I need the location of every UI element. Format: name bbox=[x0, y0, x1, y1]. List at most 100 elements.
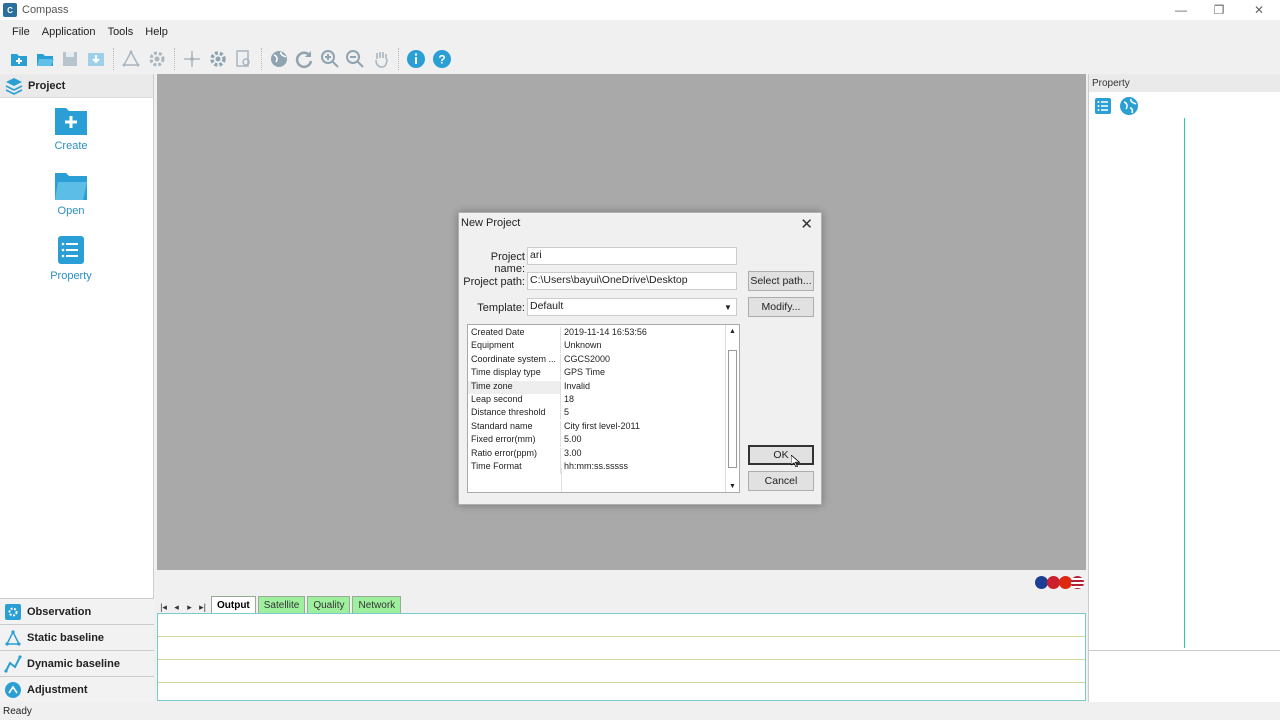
section-static-baseline[interactable]: Static baseline bbox=[0, 624, 154, 650]
property-value[interactable]: City first level-2011 bbox=[561, 421, 640, 434]
layers-icon bbox=[5, 77, 23, 95]
create-project-button[interactable]: Create bbox=[0, 104, 142, 152]
output-area[interactable] bbox=[157, 613, 1086, 701]
open-folder-icon[interactable] bbox=[34, 48, 56, 70]
menu-tools[interactable]: Tools bbox=[102, 26, 140, 38]
tab-quality[interactable]: Quality bbox=[307, 596, 351, 613]
tab-output[interactable]: Output bbox=[211, 596, 256, 613]
property-value[interactable]: Invalid bbox=[561, 381, 590, 394]
table-row[interactable]: Leap second 18 bbox=[468, 394, 726, 407]
new-project-dialog: New Project ✕ Project name: ari Project … bbox=[458, 212, 822, 505]
tab-network[interactable]: Network bbox=[352, 596, 402, 613]
property-value[interactable]: 5 bbox=[561, 407, 569, 420]
project-name-label: Project name: bbox=[490, 251, 525, 275]
table-row[interactable]: Created Date 2019-11-14 16:53:56 bbox=[468, 327, 726, 340]
table-row[interactable]: Standard name City first level-2011 bbox=[468, 420, 726, 434]
close-icon[interactable]: ✕ bbox=[1240, 0, 1278, 20]
minimize-icon[interactable]: — bbox=[1162, 0, 1200, 20]
svg-text:?: ? bbox=[438, 53, 445, 67]
import-icon[interactable] bbox=[85, 48, 107, 70]
next-page-icon[interactable]: ▸ bbox=[183, 602, 196, 613]
prev-page-icon[interactable]: ◂ bbox=[170, 602, 183, 613]
ok-button[interactable]: OK bbox=[748, 445, 814, 465]
section-adjustment[interactable]: Adjustment bbox=[0, 676, 154, 702]
settings-icon[interactable] bbox=[146, 48, 168, 70]
adjustment-label: Adjustment bbox=[27, 683, 88, 696]
property-value[interactable]: Unknown bbox=[561, 340, 602, 353]
property-value[interactable]: 2019-11-14 16:53:56 bbox=[561, 327, 647, 340]
project-path-input[interactable]: C:\Users\bayui\OneDrive\Desktop bbox=[527, 272, 737, 290]
app-logo-icon: C bbox=[3, 3, 17, 17]
property-key: Equipment bbox=[468, 340, 561, 354]
property-key: Fixed error(mm) bbox=[468, 434, 561, 448]
project-panel-title: Project bbox=[28, 79, 66, 92]
cancel-button[interactable]: Cancel bbox=[748, 471, 814, 491]
table-row[interactable]: Coordinate system ... CGCS2000 bbox=[468, 353, 726, 367]
property-value[interactable]: hh:mm:ss.sssss bbox=[561, 461, 628, 474]
table-row[interactable]: Fixed error(mm) 5.00 bbox=[468, 434, 726, 448]
project-panel-header[interactable]: Project bbox=[0, 74, 153, 98]
table-row[interactable]: Ratio error(ppm) 3.00 bbox=[468, 447, 726, 461]
zoom-in-icon[interactable] bbox=[319, 48, 341, 70]
new-project-icon[interactable] bbox=[8, 48, 30, 70]
tab-satellite[interactable]: Satellite bbox=[257, 596, 306, 613]
property-description-box bbox=[1089, 650, 1280, 702]
property-value[interactable]: CGCS2000 bbox=[561, 354, 610, 367]
table-row[interactable]: Time zone Invalid bbox=[468, 380, 726, 394]
scroll-down-icon[interactable]: ▼ bbox=[726, 480, 739, 492]
static-baseline-icon bbox=[5, 629, 21, 646]
dynamic-baseline-icon bbox=[4, 654, 22, 673]
report-icon[interactable] bbox=[232, 48, 254, 70]
create-icon bbox=[55, 108, 87, 135]
section-observation[interactable]: Observation bbox=[0, 598, 154, 624]
gear-icon[interactable] bbox=[207, 48, 229, 70]
status-bar: Ready bbox=[3, 706, 32, 717]
menu-help[interactable]: Help bbox=[139, 26, 174, 38]
pan-hand-icon[interactable] bbox=[370, 48, 392, 70]
menu-file[interactable]: File bbox=[6, 26, 36, 38]
toolbar: ? bbox=[0, 45, 1280, 73]
chevron-down-icon[interactable]: ▼ bbox=[721, 300, 735, 314]
property-value[interactable]: 18 bbox=[561, 394, 574, 407]
list-icon[interactable] bbox=[1093, 96, 1113, 116]
template-properties-grid[interactable]: Created Date 2019-11-14 16:53:56 Equipment… bbox=[467, 324, 740, 493]
modify-button[interactable]: Modify... bbox=[748, 297, 814, 317]
scroll-thumb[interactable] bbox=[728, 350, 737, 468]
zoom-out-icon[interactable] bbox=[344, 48, 366, 70]
help-icon[interactable]: ? bbox=[431, 48, 453, 70]
property-value[interactable]: 3.00 bbox=[561, 448, 582, 461]
dialog-close-icon[interactable]: ✕ bbox=[800, 215, 813, 233]
grid-scrollbar[interactable]: ▲ ▼ bbox=[725, 325, 739, 492]
last-page-icon[interactable]: ▸| bbox=[196, 602, 209, 613]
scroll-up-icon[interactable]: ▲ bbox=[726, 325, 739, 337]
dynamic-baseline-label: Dynamic baseline bbox=[27, 657, 120, 670]
refresh-icon[interactable] bbox=[293, 48, 315, 70]
flag-icon[interactable] bbox=[1071, 576, 1084, 589]
property-key: Time display type bbox=[468, 367, 561, 381]
globe-icon[interactable] bbox=[1119, 96, 1139, 116]
move-icon[interactable] bbox=[181, 48, 203, 70]
property-value[interactable]: GPS Time bbox=[561, 367, 605, 380]
project-panel: Project Create Open Property Observation… bbox=[0, 74, 154, 702]
first-page-icon[interactable]: |◂ bbox=[157, 602, 170, 613]
property-button[interactable]: Property bbox=[0, 234, 142, 282]
open-project-button[interactable]: Open bbox=[0, 169, 142, 217]
select-path-button[interactable]: Select path... bbox=[748, 271, 814, 291]
project-name-input[interactable]: ari bbox=[527, 247, 737, 265]
save-icon[interactable] bbox=[59, 48, 81, 70]
globe-icon[interactable] bbox=[268, 48, 290, 70]
menu-bar: File Application Tools Help bbox=[0, 22, 174, 42]
static-baseline-label: Static baseline bbox=[27, 631, 105, 644]
baseline-icon[interactable] bbox=[120, 48, 142, 70]
property-key: Time zone bbox=[468, 380, 561, 394]
table-row[interactable]: Distance threshold 5 bbox=[468, 407, 726, 421]
maximize-icon[interactable]: ❐ bbox=[1200, 0, 1238, 20]
info-icon[interactable] bbox=[405, 48, 427, 70]
table-row[interactable]: Time display type GPS Time bbox=[468, 367, 726, 381]
table-row[interactable]: Equipment Unknown bbox=[468, 340, 726, 354]
menu-application[interactable]: Application bbox=[36, 26, 102, 38]
section-dynamic-baseline[interactable]: Dynamic baseline bbox=[0, 650, 154, 676]
property-value[interactable]: 5.00 bbox=[561, 434, 582, 447]
template-select[interactable]: Default ▼ bbox=[527, 298, 737, 316]
table-row[interactable]: Time Format hh:mm:ss.sssss bbox=[468, 461, 726, 474]
